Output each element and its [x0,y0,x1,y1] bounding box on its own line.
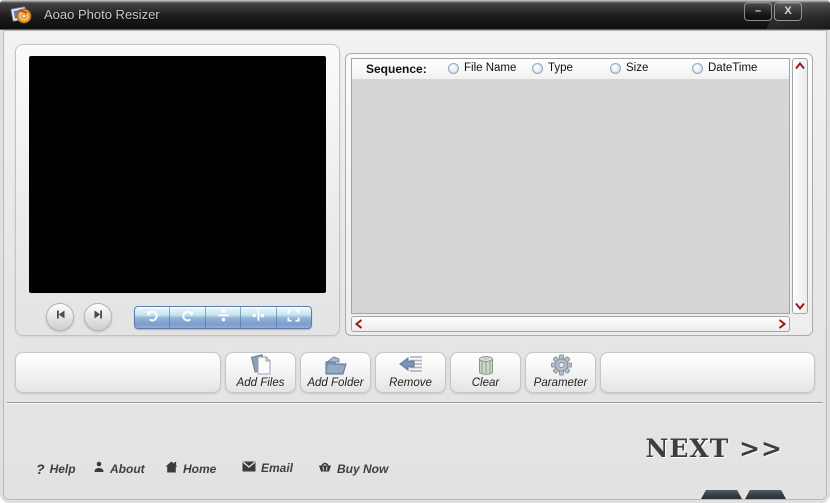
add-folder-icon [323,353,349,377]
email-link[interactable]: Email [242,461,293,475]
toolbar-spacer [15,352,221,393]
parameter-button[interactable]: Parameter [525,352,596,393]
clear-button[interactable]: Clear [450,352,521,393]
radio-icon [692,62,703,74]
flip-vertical-icon [216,308,231,328]
radio-file-name[interactable]: File Name [448,62,516,74]
add-files-button[interactable]: Add Files [225,352,296,393]
preview-panel [15,44,340,336]
rotate-left-icon [145,308,160,328]
about-icon [93,461,105,476]
next-image-button[interactable] [84,303,112,331]
radio-icon [532,62,543,74]
scroll-right-icon[interactable] [778,318,786,330]
fit-screen-button[interactable] [277,307,311,328]
preview-tools-toolbar [134,306,312,329]
home-link[interactable]: Home [165,461,216,476]
rotate-right-icon [180,308,195,328]
help-link[interactable]: ? Help [36,461,76,477]
rotate-left-button[interactable] [135,307,171,328]
radio-datetime[interactable]: DateTime [692,62,757,74]
titlebar[interactable]: Aoao Photo Resizer – X [0,0,830,30]
horizontal-scrollbar[interactable] [351,316,790,332]
file-list-area[interactable] [351,79,790,314]
window-body: Sequence: File Name Type Size DateTime A… [0,30,830,503]
parameter-icon [548,353,574,377]
add-folder-button[interactable]: Add Folder [300,352,371,393]
rotate-right-button[interactable] [170,307,206,328]
close-icon: X [784,5,792,17]
scroll-up-icon[interactable] [794,62,806,70]
window-grip [701,490,742,499]
radio-icon [610,62,621,74]
radio-type[interactable]: Type [532,62,573,74]
minimize-button[interactable]: – [744,2,772,21]
app-window: Aoao Photo Resizer – X Sequence: File Na… [0,0,830,503]
main-toolbar: Add Files Add Folder Remove Clear Parame… [15,352,815,393]
about-link[interactable]: About [93,461,145,476]
footer-divider [7,402,823,404]
sequence-label: Sequence: [366,62,427,76]
previous-image-button[interactable] [46,303,74,331]
preview-screen [29,56,326,293]
radio-size[interactable]: Size [610,62,648,74]
home-icon [165,461,178,476]
buy-now-icon [318,461,332,476]
sequence-header: Sequence: File Name Type Size DateTime [351,58,790,80]
remove-icon [398,353,424,377]
radio-icon [448,62,459,74]
toolbar-spacer [600,352,815,393]
scroll-left-icon[interactable] [355,318,363,330]
flip-horizontal-icon [251,308,266,328]
skip-back-icon [54,308,67,326]
flip-vertical-button[interactable] [206,307,242,328]
app-logo-icon [9,4,34,26]
file-list-panel: Sequence: File Name Type Size DateTime [345,53,813,336]
window-grip [745,490,786,499]
add-files-icon [248,353,274,377]
scroll-down-icon[interactable] [794,302,806,310]
remove-button[interactable]: Remove [375,352,446,393]
flip-horizontal-button[interactable] [241,307,277,328]
next-button[interactable]: NEXT >> [645,434,783,463]
close-button[interactable]: X [774,2,802,21]
buy-now-link[interactable]: Buy Now [318,461,388,476]
email-icon [242,461,256,475]
help-icon: ? [36,461,45,477]
fit-screen-icon [286,308,301,328]
vertical-scrollbar[interactable] [792,58,808,314]
minimize-icon: – [754,5,762,17]
clear-icon [473,353,499,377]
window-title: Aoao Photo Resizer [44,7,160,22]
skip-forward-icon [92,308,105,326]
